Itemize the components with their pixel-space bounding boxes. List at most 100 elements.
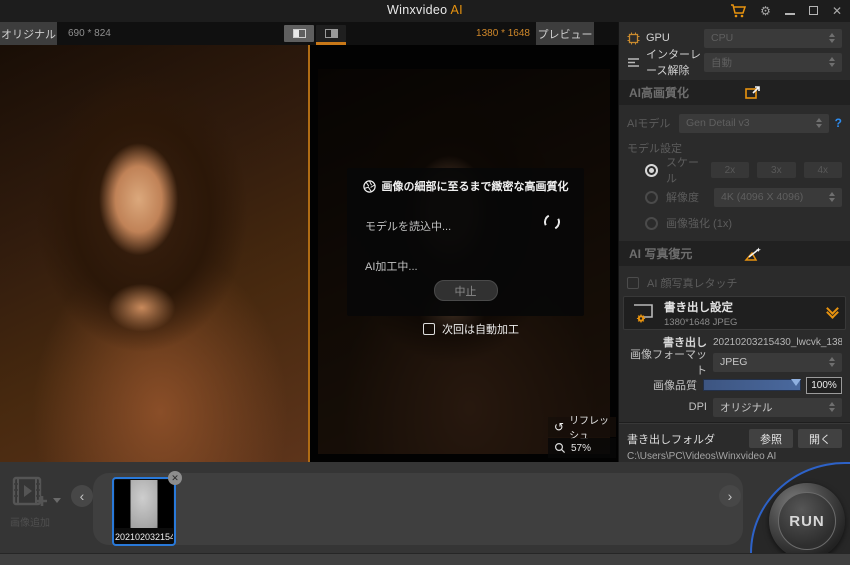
deinterlace-value: 自動 [711, 56, 732, 69]
resolution-radio[interactable] [645, 190, 658, 204]
scale-2x-button[interactable]: 2x [710, 162, 750, 178]
double-chevron-down-icon[interactable] [826, 302, 839, 319]
updown-caret-icon [829, 57, 835, 67]
scale-radio[interactable] [645, 163, 658, 177]
cart-icon[interactable] [730, 4, 747, 18]
export-settings-texts: 書き出し設定 1380*1648 JPEG [664, 299, 737, 328]
dpi-value: オリジナル [720, 401, 773, 414]
run-button-label: RUN [778, 492, 836, 550]
retouch-checkbox[interactable] [627, 277, 639, 289]
minimize-icon [784, 13, 795, 15]
view-mode-toggles [284, 25, 346, 42]
media-thumbnail[interactable]: 20210203215430 ✕ [112, 471, 182, 546]
bottom-strip [0, 553, 850, 565]
gpu-select[interactable]: CPU [704, 28, 842, 48]
tab-original[interactable]: オリジナル [0, 22, 57, 45]
minimize-button[interactable] [784, 2, 795, 20]
quality-slider[interactable] [703, 379, 802, 391]
dialog-title-row: 画像の細部に至るまで緻密な高画質化 [347, 178, 584, 194]
preview-area: 画像の細部に至るまで緻密な高画質化 モデルを読込中... AI加工中... 中止… [0, 45, 618, 462]
loading-model-text: モデルを読込中... [365, 221, 452, 233]
format-label: 画像フォーマット [630, 349, 707, 377]
view-toolbar: オリジナル 690 * 824 1380 * 1648 プレビュー [0, 22, 618, 45]
updown-caret-icon [815, 118, 822, 128]
film-add-icon [12, 476, 47, 506]
processing-dialog: 画像の細部に至るまで緻密な高画質化 モデルを読込中... AI加工中... 中止 [347, 168, 584, 316]
resolution-row: 解像度 4K (4096 X 4096) [619, 187, 850, 207]
scale-3x-button[interactable]: 3x [757, 162, 796, 178]
resolution-select[interactable]: 4K (4096 X 4096) [714, 187, 842, 207]
ai-model-row: AIモデル Gen Detail v3 ? [619, 113, 850, 133]
enhance1x-radio[interactable] [645, 216, 658, 230]
updown-caret-icon [829, 402, 835, 412]
enhance1x-label: 画像強化 (1x) [666, 218, 732, 230]
magnifier-icon [554, 442, 566, 454]
tab-preview[interactable]: プレビュー [536, 22, 594, 45]
titlebar: Winxvideo AI ⚙ ✕ [0, 0, 850, 22]
folder-label: 書き出しフォルダ [627, 433, 715, 446]
enhance1x-row: 画像強化 (1x) [619, 215, 850, 231]
deinterlace-select[interactable]: 自動 [704, 52, 842, 72]
deinterlace-icon [627, 57, 640, 68]
open-button[interactable]: 開く [798, 429, 842, 448]
gpu-label: GPU [646, 32, 670, 44]
maximize-button[interactable] [808, 2, 818, 20]
run-button[interactable]: RUN [769, 483, 845, 559]
auto-process-row: 次回は自動加工 [423, 321, 519, 337]
zoom-indicator[interactable]: 57% [548, 438, 616, 458]
split-view-button[interactable] [284, 25, 314, 42]
scroll-left-button[interactable]: ‹ [71, 485, 93, 507]
side-by-side-view-icon [324, 29, 338, 38]
export-settings-panel[interactable]: 書き出し設定 1380*1648 JPEG [623, 296, 846, 330]
restore-section-title: AI 写真復元 [629, 247, 693, 261]
refresh-button[interactable]: ↺ リフレッシュ [548, 416, 616, 442]
scale-4x-button[interactable]: 4x [803, 162, 842, 178]
updown-caret-icon [829, 192, 835, 202]
cancel-button[interactable]: 中止 [433, 280, 498, 301]
slider-handle[interactable] [791, 379, 802, 386]
thumbnail-image [130, 480, 158, 528]
close-button[interactable]: ✕ [832, 5, 842, 17]
folder-path: C:\Users\PC\Videos\Winxvideo AI [627, 451, 777, 462]
updown-caret-icon [829, 357, 835, 367]
ai-model-select[interactable]: Gen Detail v3 [679, 113, 829, 133]
thumbnail-image-frame [115, 480, 173, 528]
upscale-icon [745, 85, 762, 100]
media-bar: 画像追加 ‹ 20210203215430 ✕ › RUN [0, 462, 850, 559]
deinterlace-row: インターレース解除 自動 [619, 49, 850, 77]
help-icon[interactable]: ? [835, 116, 842, 130]
original-image-pane[interactable] [0, 45, 308, 462]
updown-caret-icon [829, 33, 835, 43]
auto-process-label: 次回は自動加工 [442, 324, 519, 336]
resolution-value: 4K (4096 X 4096) [721, 191, 804, 203]
retouch-label: AI 顔写真レタッチ [647, 278, 738, 290]
model-settings-label: モデル設定 [627, 143, 682, 155]
aperture-icon [362, 179, 376, 193]
format-select[interactable]: JPEG [713, 352, 842, 372]
spinner-icon [541, 211, 563, 233]
processing-text: AI加工中... [365, 261, 418, 273]
dialog-title: 画像の細部に至るまで緻密な高画質化 [381, 181, 569, 193]
quality-row: 画像品質 100% [619, 376, 850, 394]
auto-process-checkbox[interactable] [423, 323, 435, 335]
add-image-label: 画像追加 [10, 518, 50, 529]
scroll-right-button[interactable]: › [719, 485, 741, 507]
add-image-button[interactable] [12, 476, 64, 512]
export-settings-summary: 1380*1648 JPEG [664, 316, 738, 328]
restore-section-header: AI 写真復元 [619, 241, 850, 266]
export-settings-title: 書き出し設定 [664, 301, 733, 314]
add-dropdown-caret-icon[interactable] [53, 498, 61, 503]
side-by-side-view-button[interactable] [316, 25, 346, 42]
thumbnail-close-icon[interactable]: ✕ [168, 471, 182, 485]
thumbnail-tray [93, 473, 743, 545]
dpi-select[interactable]: オリジナル [713, 397, 842, 417]
gear-icon[interactable]: ⚙ [760, 5, 771, 17]
format-row: 画像フォーマット JPEG [619, 349, 850, 377]
dpi-row: DPI オリジナル [619, 397, 850, 417]
app-name-accent: AI [450, 3, 463, 17]
quality-label: 画像品質 [653, 380, 697, 392]
browse-button[interactable]: 参照 [749, 429, 793, 448]
ai-model-label: AIモデル [627, 118, 671, 130]
zoom-level: 57% [571, 442, 592, 454]
split-view-icon [292, 29, 306, 38]
